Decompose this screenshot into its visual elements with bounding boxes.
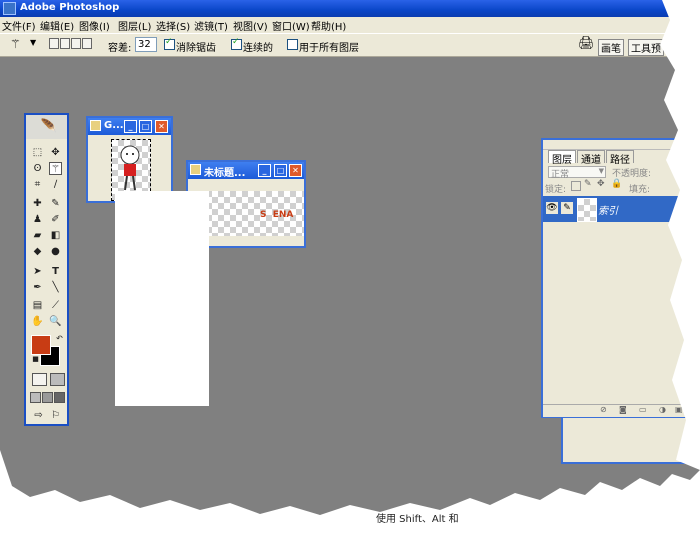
torn-edge-decoration — [0, 0, 700, 533]
status-hint-overlay: 使用 Shift、Alt 和 — [376, 514, 459, 525]
